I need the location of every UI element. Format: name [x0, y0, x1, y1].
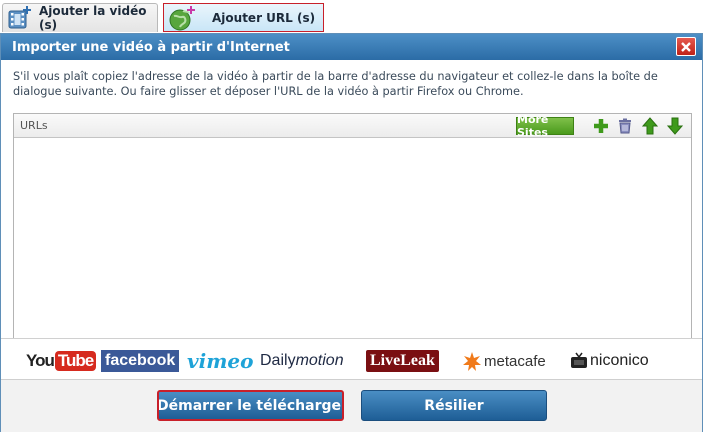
- dialog-footer: Démarrer le téléchargement Résilier: [1, 379, 702, 432]
- tab-add-url[interactable]: Ajouter URL (s): [163, 3, 324, 32]
- liveleak-logo: LiveLeak: [366, 350, 439, 372]
- url-panel: URLs More Sites: [13, 113, 692, 346]
- arrow-up-icon[interactable]: [641, 117, 659, 135]
- facebook-logo: facebook: [101, 350, 180, 372]
- dialog-title: Importer une vidéo à partir d'Internet: [12, 39, 290, 55]
- vimeo-logo-text: vimeo: [187, 349, 254, 373]
- niconico-logo: niconico: [570, 349, 649, 373]
- dailymotion-logo: Daily motion: [260, 349, 344, 373]
- close-button[interactable]: [676, 37, 696, 56]
- arrow-down-icon[interactable]: [666, 117, 684, 135]
- start-download-label: Démarrer le téléchargement: [157, 397, 342, 414]
- tab-bar: Ajouter la vidéo (s) Ajouter URL (s): [0, 0, 703, 33]
- tv-icon: [571, 352, 587, 368]
- cancel-button[interactable]: Résilier: [361, 390, 547, 421]
- metacafe-burst-icon: [463, 352, 481, 371]
- add-icon[interactable]: [592, 117, 610, 135]
- tab-add-video[interactable]: Ajouter la vidéo (s): [2, 3, 158, 32]
- metacafe-logo: metacafe: [462, 349, 546, 373]
- niconico-logo-text: niconico: [590, 352, 649, 369]
- youtube-logo-tube: Tube: [54, 351, 97, 371]
- instructions-text: S'il vous plaît copiez l'adresse de la v…: [13, 70, 658, 98]
- youtube-logo-you: You: [26, 351, 55, 370]
- url-panel-header: URLs More Sites: [14, 113, 691, 139]
- dailymotion-logo-motion: motion: [295, 352, 344, 369]
- youtube-logo: You Tube: [26, 349, 97, 373]
- liveleak-logo-text: LiveLeak: [370, 352, 435, 369]
- dialog-titlebar: Importer une vidéo à partir d'Internet: [1, 34, 702, 60]
- start-download-button[interactable]: Démarrer le téléchargement: [157, 390, 344, 421]
- tab-add-video-label: Ajouter la vidéo (s): [39, 4, 147, 32]
- url-header-label: URLs: [20, 119, 48, 132]
- tab-add-url-label: Ajouter URL (s): [212, 10, 316, 25]
- supported-sites-row: You Tube facebook vimeo Daily motion Liv…: [1, 338, 702, 378]
- facebook-logo-text: facebook: [105, 352, 176, 369]
- film-add-icon: [7, 5, 33, 31]
- url-input[interactable]: [14, 139, 691, 345]
- more-sites-button[interactable]: More Sites: [516, 113, 574, 139]
- import-dialog: Importer une vidéo à partir d'Internet S…: [0, 33, 703, 432]
- trash-icon[interactable]: [616, 117, 634, 135]
- close-icon: [681, 41, 691, 52]
- metacafe-logo-text: metacafe: [484, 352, 546, 370]
- vimeo-logo: vimeo: [187, 349, 253, 373]
- cancel-label: Résilier: [424, 397, 484, 414]
- globe-add-icon: [169, 5, 195, 31]
- dailymotion-logo-daily: Daily: [260, 352, 296, 369]
